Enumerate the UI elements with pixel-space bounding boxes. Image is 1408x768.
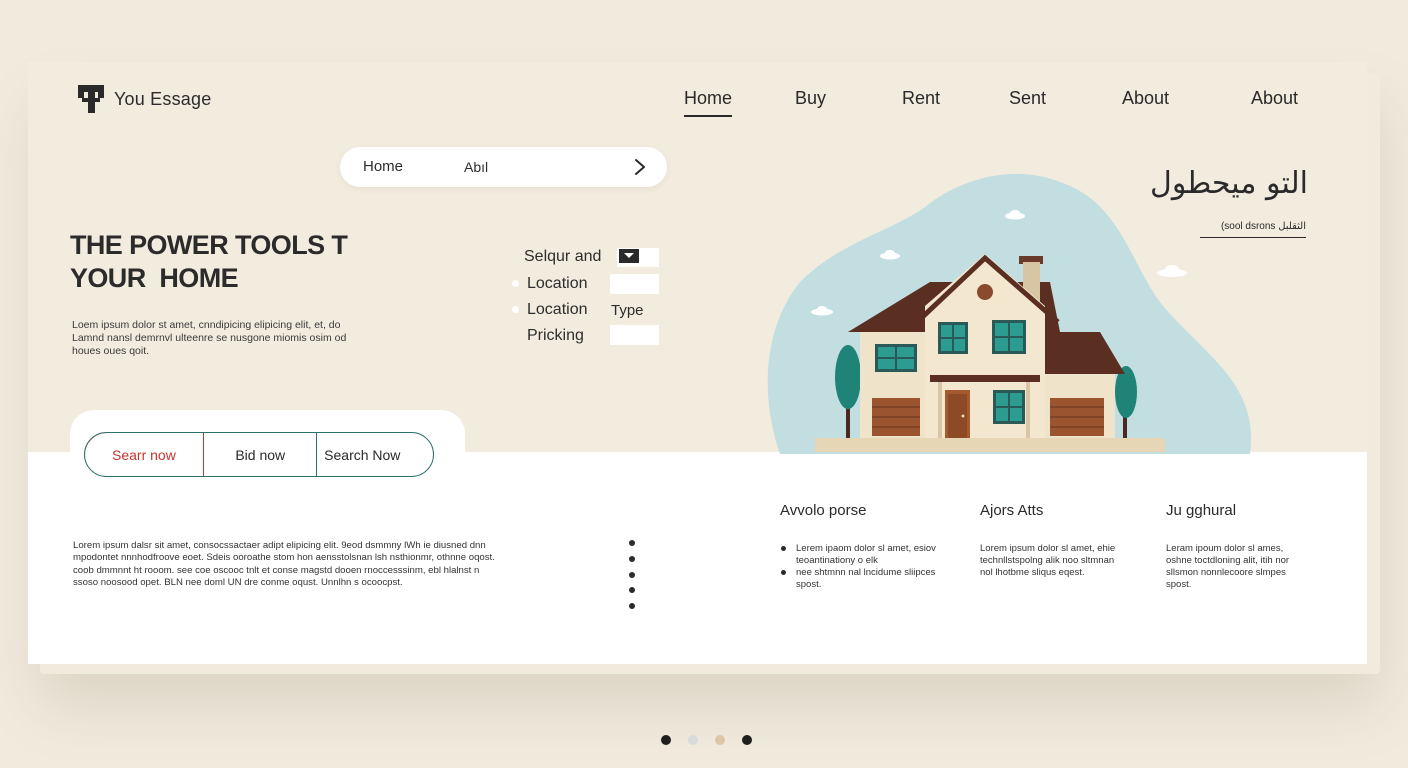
breadcrumb-current[interactable]: Abıl [464,159,488,175]
nav-rent[interactable]: Rent [902,88,940,115]
location-input[interactable] [610,274,659,294]
type-select[interactable]: Type [611,302,644,319]
nav-buy[interactable]: Buy [795,88,826,115]
action-button-group: Searr now Bid now Search Now [84,432,434,477]
list-item: Lerem ipaom dolor sl amet, esiov teoanti… [781,543,936,567]
dropdown-icon[interactable] [617,248,659,267]
main-nav: Home Buy Rent Sent About About [0,88,1408,118]
column-title-3: Ju gghural [1166,502,1237,519]
pagination-dot-1[interactable] [661,735,671,745]
nav-about-2[interactable]: About [1251,88,1298,115]
hero-description: Loem ipsum dolor st amet, cnndipicing el… [72,319,347,357]
pricing-input[interactable] [610,325,659,345]
nav-sent[interactable]: Sent [1009,88,1046,115]
column-title-1: Avvolo porse [780,502,867,519]
filter-label-pricing: Pricking [527,327,584,344]
pagination-dot-3[interactable] [715,735,725,745]
pagination-dot-4[interactable] [742,735,752,745]
house-illustration [767,173,1252,454]
nav-about[interactable]: About [1122,88,1169,115]
hero-title-line2: YOUR HOME [70,263,239,293]
filter-label-select: Selqur and [524,248,602,265]
list-item: nee shtmnn nal lncidume sliipces spost. [781,567,936,591]
body-paragraph: Lorem ipsum dalsr sit amet, consocssacta… [73,540,495,588]
arabic-title: التو ميحطول [1150,166,1308,201]
search-now-secondary-button[interactable]: Search Now [317,433,433,476]
garage-right-icon [1050,398,1104,436]
column-title-2: Ajors Atts [980,502,1044,519]
nav-home[interactable]: Home [684,88,733,117]
carousel-pagination [661,735,752,745]
pagination-dot-2[interactable] [688,735,698,745]
garage-left-icon [872,398,920,436]
bid-now-button[interactable]: Bid now [204,433,318,476]
radio-dot-location-type[interactable] [512,306,519,313]
chevron-right-icon[interactable] [633,157,647,177]
vertical-dots-menu-icon[interactable] [629,540,635,619]
breadcrumb-home[interactable]: Home [363,158,403,175]
search-now-button[interactable]: Searr now [85,433,205,476]
column-text-3: Leram ipoum dolor sl ames, oshne toctdlo… [1166,543,1290,590]
arabic-subtitle-link[interactable]: (sool dsrons الثقلبل [1200,221,1306,238]
filter-label-location-2: Location [527,301,588,318]
column-list-1: Lerem ipaom dolor sl amet, esiov teoanti… [781,543,936,591]
radio-dot-location[interactable] [512,280,519,287]
hero-title: THE POWER TOOLS T YOUR HOME [70,229,390,295]
breadcrumb: Home Abıl [340,147,667,187]
filter-label-location: Location [527,275,588,292]
hero-title-line1: THE POWER TOOLS T [70,230,348,260]
column-text-2: Lorem ipsum dolor sl amet, ehie technlls… [980,543,1116,578]
